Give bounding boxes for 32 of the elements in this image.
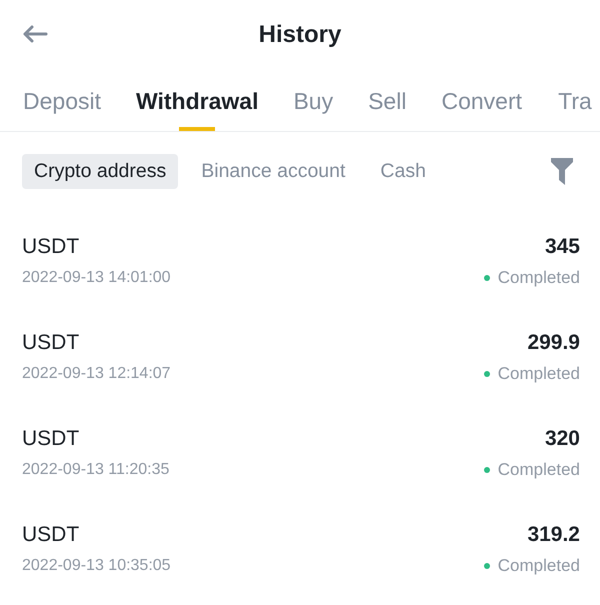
record-status: Completed: [498, 459, 580, 481]
history-tab[interactable]: Deposit: [23, 87, 101, 131]
status-dot-icon: [484, 275, 490, 281]
filter-tab[interactable]: Cash: [368, 154, 438, 189]
history-tab[interactable]: Withdrawal: [136, 87, 258, 131]
status-dot-icon: [484, 563, 490, 569]
record-amount: 299.9: [527, 330, 580, 356]
history-tab[interactable]: Sell: [368, 87, 406, 131]
filter-icon[interactable]: [551, 158, 573, 185]
history-tab[interactable]: Convert: [441, 87, 522, 131]
filter-tab[interactable]: Crypto address: [22, 154, 178, 189]
filter-tab[interactable]: Binance account: [189, 154, 358, 189]
asset-name: USDT: [22, 234, 80, 260]
status-dot-icon: [484, 467, 490, 473]
status-dot-icon: [484, 371, 490, 377]
record-status: Completed: [498, 363, 580, 385]
record-status: Completed: [498, 267, 580, 289]
asset-name: USDT: [22, 522, 80, 548]
record-time: 2022-09-13 12:14:07: [22, 364, 171, 384]
record-time: 2022-09-13 10:35:05: [22, 556, 171, 576]
record-amount: 319.2: [527, 522, 580, 548]
record-status: Completed: [498, 555, 580, 577]
record-amount: 320: [544, 426, 580, 452]
record-amount: 345: [544, 234, 580, 260]
history-tab[interactable]: Buy: [293, 87, 334, 131]
asset-name: USDT: [22, 426, 80, 452]
history-tab[interactable]: Tra: [557, 87, 593, 131]
asset-name: USDT: [22, 330, 80, 356]
record-time: 2022-09-13 14:01:00: [22, 268, 171, 288]
back-arrow-icon[interactable]: [22, 25, 48, 43]
page-title: History: [258, 20, 342, 50]
record-time: 2022-09-13 11:20:35: [22, 460, 170, 480]
